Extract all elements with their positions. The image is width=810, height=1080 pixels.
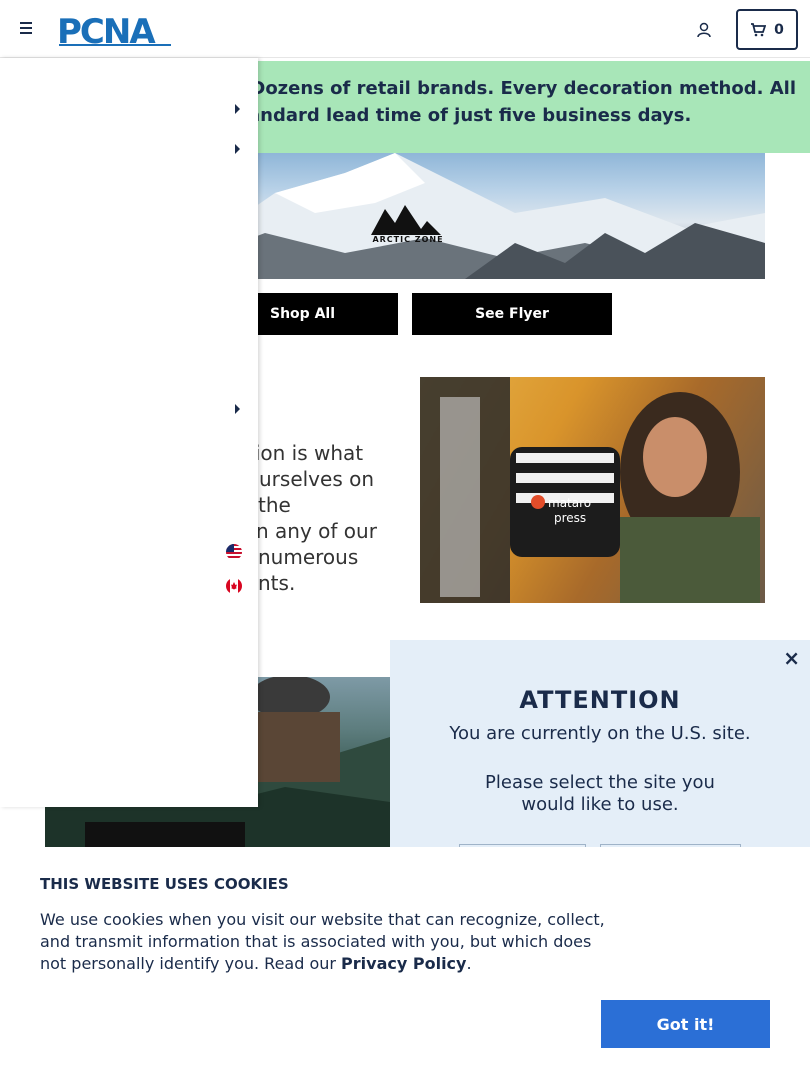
caret-right-icon[interactable]: [235, 404, 240, 414]
caret-right-icon[interactable]: [235, 104, 240, 114]
attention-title: ATTENTION: [519, 686, 681, 714]
cookie-title: THIS WEBSITE USES COOKIES: [40, 875, 289, 893]
user-account-icon[interactable]: [695, 21, 713, 39]
svg-text:press: press: [554, 511, 586, 525]
cookie-body-text: We use cookies when you visit our websit…: [40, 910, 605, 973]
close-icon[interactable]: ×: [783, 646, 800, 670]
side-navigation-menu: [0, 58, 258, 807]
site-selection-modal: × ATTENTION You are currently on the U.S…: [390, 640, 810, 860]
cookie-consent-banner: THIS WEBSITE USES COOKIES We use cookies…: [0, 847, 810, 1080]
svg-text:PCNA: PCNA: [57, 14, 156, 46]
cookie-body: We use cookies when you visit our websit…: [40, 909, 610, 975]
cart-icon: [751, 22, 767, 36]
current-site-text: You are currently on the U.S. site.: [449, 723, 751, 744]
cart-count: 0: [774, 21, 784, 38]
lifestyle-illustration: mataro press: [420, 377, 760, 603]
arctic-zone-wordmark: ARCTIC ZONE: [372, 235, 444, 244]
product-lifestyle-photo: mataro press: [420, 377, 765, 603]
svg-text:mataro: mataro: [548, 496, 591, 510]
shop-all-button[interactable]: Shop All: [258, 293, 398, 335]
see-flyer-button[interactable]: See Flyer: [412, 293, 612, 335]
hamburger-menu-icon[interactable]: [20, 22, 36, 36]
caret-right-icon[interactable]: [235, 144, 240, 154]
pcna-logo[interactable]: PCNA: [57, 14, 177, 46]
select-site-text-2: would like to use.: [521, 794, 679, 815]
cookie-body-period: .: [466, 954, 472, 973]
site-header: PCNA 0: [0, 0, 810, 58]
canada-flag-icon[interactable]: [226, 578, 242, 594]
cart-button[interactable]: 0: [736, 9, 798, 50]
privacy-policy-link[interactable]: Privacy Policy: [341, 954, 466, 973]
us-flag-icon[interactable]: [226, 544, 242, 560]
select-site-text: Please select the site you: [485, 772, 715, 793]
accept-cookies-button[interactable]: Got it!: [601, 1000, 770, 1048]
